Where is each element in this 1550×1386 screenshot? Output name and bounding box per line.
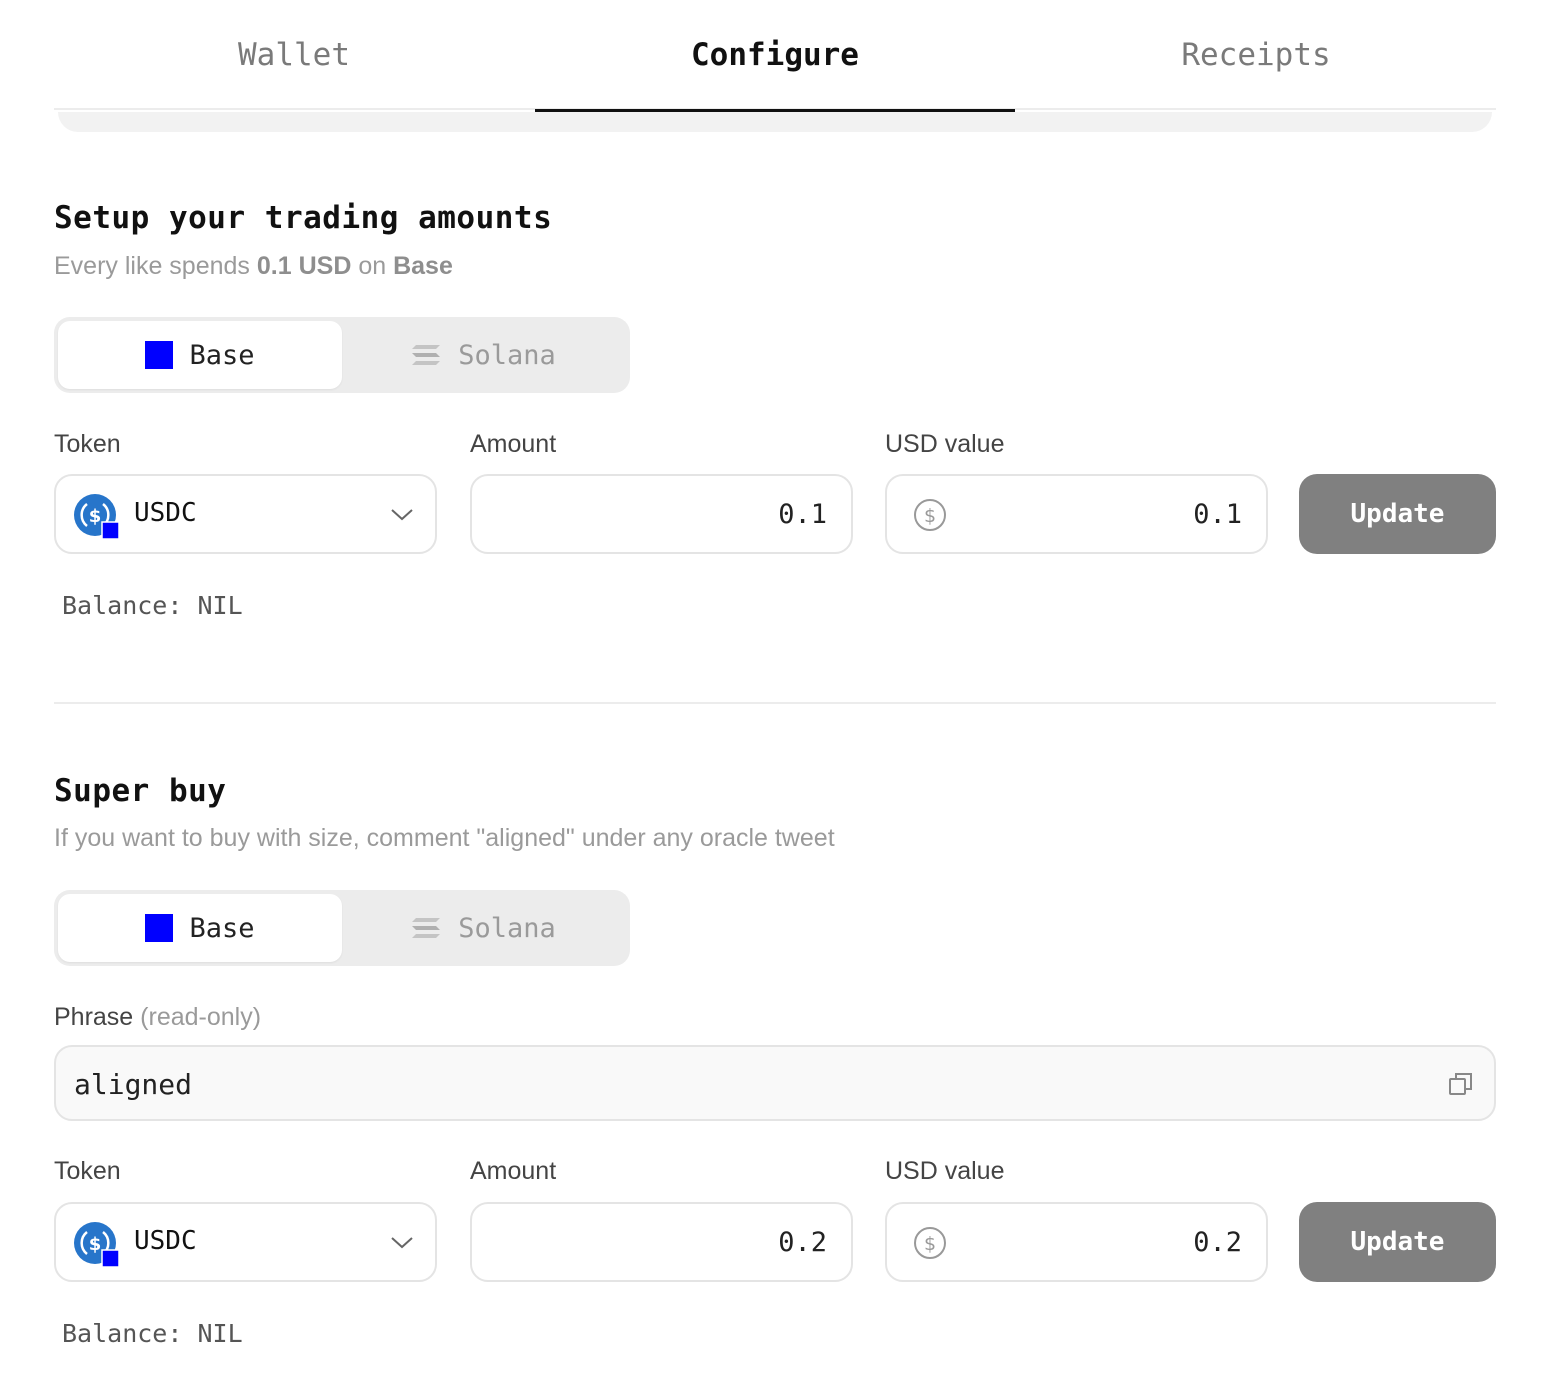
- usd-value-input[interactable]: [982, 1222, 1242, 1262]
- superbuy-section-title: Super buy: [54, 773, 227, 809]
- phrase-input[interactable]: [74, 1063, 1374, 1105]
- chain-label-solana: Solana: [458, 912, 556, 944]
- trading-section-subtitle: Every like spends 0.1 USD on Base: [54, 252, 453, 281]
- token-label: Token: [54, 1157, 121, 1185]
- chain-option-base[interactable]: Base: [58, 321, 342, 389]
- chain-toggle: Base Solana: [54, 317, 630, 393]
- usd-value-label: USD value: [885, 1157, 1005, 1185]
- amount-field[interactable]: [470, 474, 853, 554]
- token-name: USDC: [134, 498, 197, 528]
- token-select[interactable]: $ USDC: [54, 474, 437, 554]
- chevron-down-icon: [391, 509, 413, 521]
- usdc-icon: $: [74, 1222, 120, 1268]
- tab-wallet[interactable]: Wallet: [54, 0, 534, 110]
- svg-text:$: $: [924, 1233, 936, 1255]
- subtitle-amount: 0.1 USD: [256, 252, 352, 280]
- tab-configure[interactable]: Configure: [535, 0, 1015, 112]
- usdc-icon: $: [74, 494, 120, 540]
- dollar-circle-icon: $: [914, 1227, 946, 1259]
- trading-section-title: Setup your trading amounts: [54, 200, 553, 236]
- chain-option-solana[interactable]: Solana: [342, 321, 626, 389]
- phrase-label-text: Phrase: [54, 1003, 134, 1031]
- chain-label-solana: Solana: [458, 339, 556, 371]
- token-select[interactable]: $ USDC: [54, 1202, 437, 1282]
- subtitle-prefix: Every like spends: [54, 252, 250, 280]
- superbuy-chain-toggle: Base Solana: [54, 890, 630, 966]
- usd-value-field[interactable]: $: [885, 1202, 1268, 1282]
- phrase-label: Phrase (read-only): [54, 1003, 261, 1032]
- svg-text:$: $: [89, 506, 102, 527]
- phrase-field: [54, 1045, 1496, 1121]
- chain-option-solana[interactable]: Solana: [342, 894, 626, 962]
- chevron-down-icon: [391, 1237, 413, 1249]
- solana-icon: [412, 918, 441, 938]
- update-button[interactable]: Update: [1299, 474, 1496, 554]
- subtitle-chain: Base: [393, 252, 453, 280]
- balance-text: Balance: NIL: [62, 1319, 243, 1348]
- amount-input[interactable]: [567, 494, 827, 534]
- amount-label: Amount: [470, 430, 557, 458]
- usd-value-input[interactable]: [982, 494, 1242, 534]
- section-divider: [54, 702, 1496, 704]
- token-label: Token: [54, 430, 121, 458]
- base-square-icon: [145, 341, 174, 369]
- svg-text:$: $: [924, 505, 936, 527]
- balance-text: Balance: NIL: [62, 591, 243, 620]
- usd-value-field[interactable]: $: [885, 474, 1268, 554]
- chain-label-base: Base: [189, 339, 255, 371]
- tab-receipts[interactable]: Receipts: [1016, 0, 1496, 110]
- scroll-fade-edge: [58, 112, 1492, 132]
- token-name: USDC: [134, 1226, 197, 1256]
- copy-icon[interactable]: [1448, 1071, 1474, 1097]
- dollar-circle-icon: $: [914, 499, 946, 531]
- amount-label: Amount: [470, 1157, 557, 1185]
- solana-icon: [412, 345, 441, 365]
- usd-value-label: USD value: [885, 430, 1005, 458]
- svg-text:$: $: [89, 1234, 102, 1255]
- update-button[interactable]: Update: [1299, 1202, 1496, 1282]
- base-square-icon: [145, 914, 174, 942]
- tab-bar: Wallet Configure Receipts: [54, 0, 1496, 112]
- subtitle-on: on: [358, 252, 387, 280]
- superbuy-section-subtitle: If you want to buy with size, comment "a…: [54, 824, 835, 852]
- phrase-readonly-note: (read-only): [140, 1003, 262, 1031]
- chain-label-base: Base: [189, 912, 255, 944]
- amount-field[interactable]: [470, 1202, 853, 1282]
- amount-input[interactable]: [567, 1222, 827, 1262]
- chain-option-base[interactable]: Base: [58, 894, 342, 962]
